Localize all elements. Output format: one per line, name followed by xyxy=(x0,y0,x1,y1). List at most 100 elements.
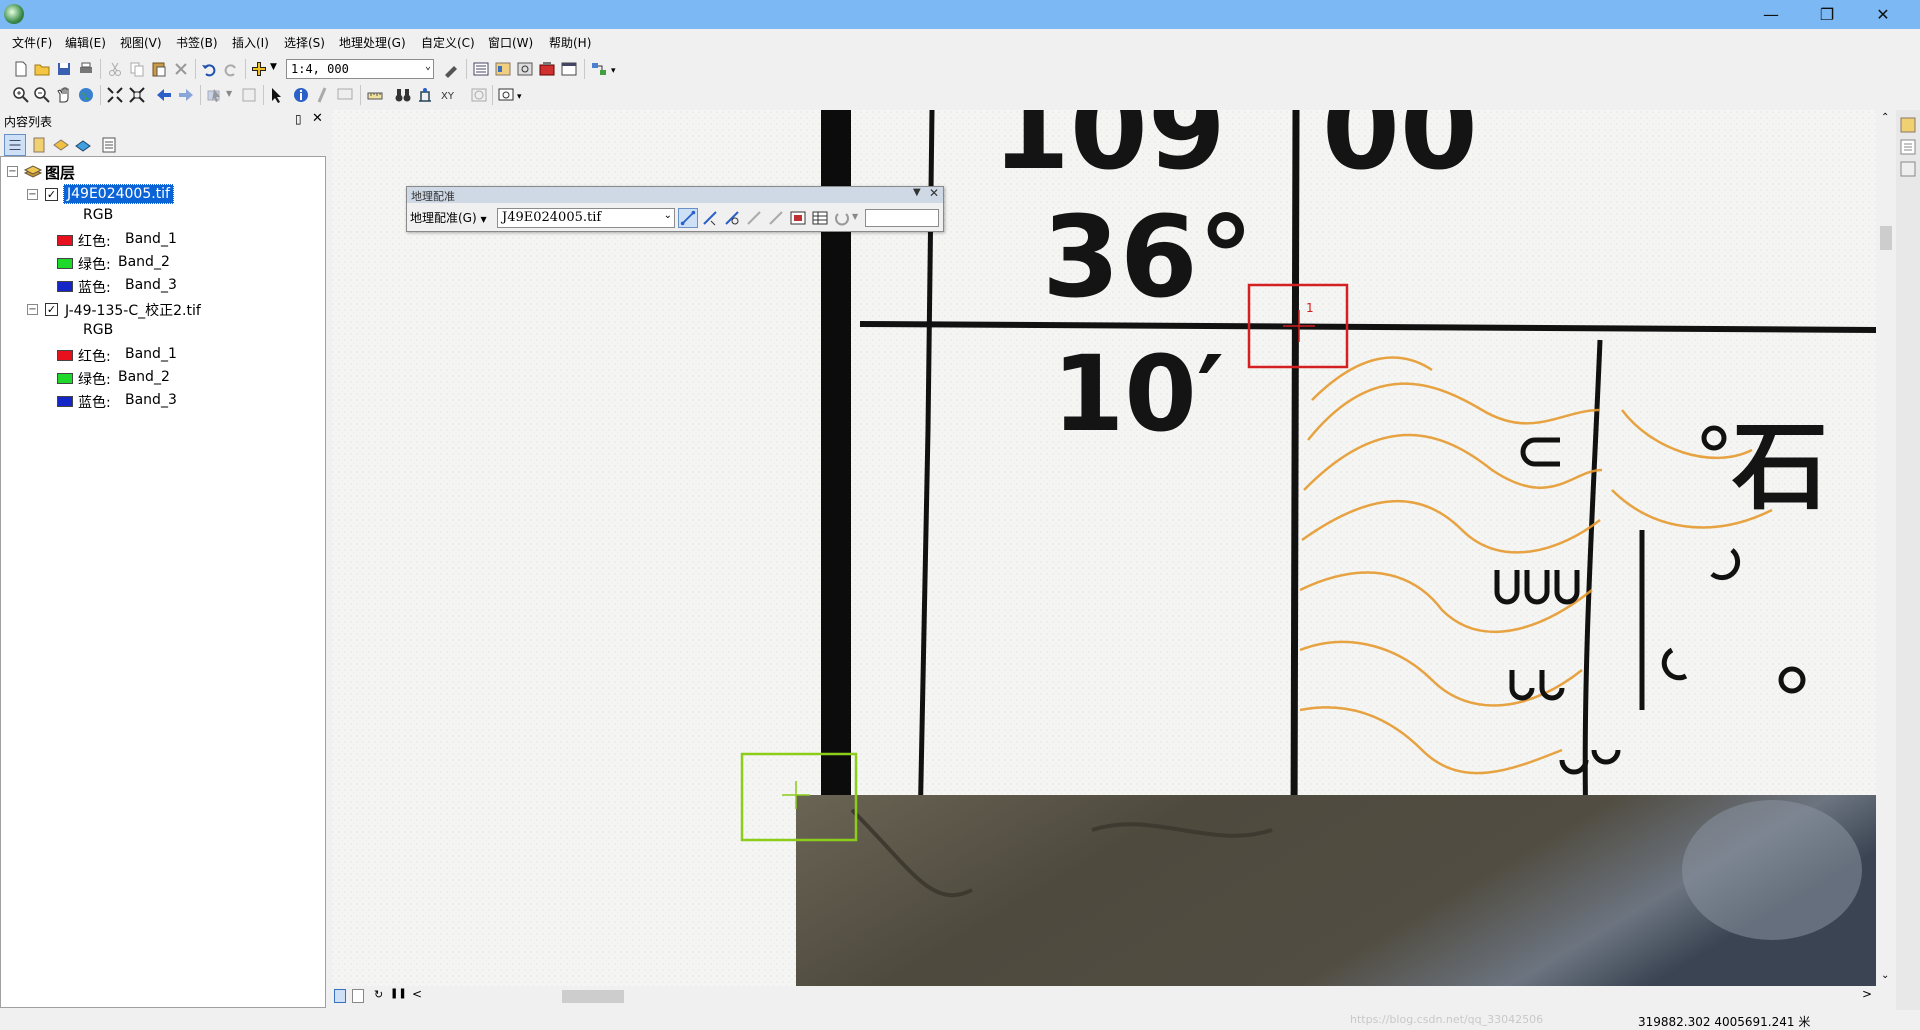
create-viewer-window-icon[interactable] xyxy=(497,86,515,104)
pin-icon[interactable]: ▯ xyxy=(295,112,302,126)
go-back-icon[interactable] xyxy=(155,86,173,104)
python-window-icon[interactable] xyxy=(560,60,578,78)
select-link-icon[interactable] xyxy=(701,209,719,227)
find-binoculars-icon[interactable] xyxy=(394,86,412,104)
menu-customize[interactable]: 自定义(C) xyxy=(421,34,475,51)
delete-icon[interactable] xyxy=(172,60,190,78)
add-data-dropdown-icon[interactable]: ▼ xyxy=(270,62,277,72)
fixed-zoom-out-icon[interactable] xyxy=(128,86,146,104)
rotate-dropdown-icon[interactable]: ▼ xyxy=(852,212,858,221)
clear-selection-icon[interactable] xyxy=(240,86,258,104)
georef-options-icon[interactable]: ▼ xyxy=(913,187,921,198)
menu-windows[interactable]: 窗口(W) xyxy=(488,34,533,51)
search-dock-icon[interactable] xyxy=(1899,138,1917,156)
georef-titlebar[interactable]: 地理配准 ▼ ✕ xyxy=(407,186,943,203)
toolbar-overflow-icon[interactable]: ▾ xyxy=(517,92,522,102)
rotation-input[interactable] xyxy=(865,209,939,227)
collapse-icon[interactable]: − xyxy=(27,304,38,315)
hyperlink-icon[interactable] xyxy=(314,86,332,104)
view-link-table-icon[interactable] xyxy=(811,209,829,227)
horizontal-scroll-thumb[interactable] xyxy=(562,990,624,1003)
add-control-points-icon[interactable] xyxy=(678,208,698,228)
red-band-swatch[interactable] xyxy=(57,350,73,361)
band-row[interactable]: 蓝色: Band_3 xyxy=(57,276,257,298)
minimize-button[interactable]: — xyxy=(1743,0,1799,29)
toc-options-icon[interactable] xyxy=(100,136,118,154)
band-row[interactable]: 绿色: Band_2 xyxy=(57,368,257,390)
go-to-xy-icon[interactable]: XY xyxy=(438,86,456,104)
scroll-up-icon[interactable]: ⌃ xyxy=(1881,112,1889,123)
time-slider-icon[interactable] xyxy=(470,86,488,104)
band-row[interactable]: 绿色: Band_2 xyxy=(57,253,257,275)
find-route-icon[interactable] xyxy=(416,86,434,104)
georef-menu-button[interactable]: 地理配准(G) ▼ xyxy=(410,209,487,226)
refresh-icon[interactable]: ↻ xyxy=(374,988,383,1001)
close-panel-icon[interactable]: ✕ xyxy=(312,111,323,126)
paste-icon[interactable] xyxy=(150,60,168,78)
open-folder-icon[interactable] xyxy=(33,60,51,78)
blue-band-swatch[interactable] xyxy=(57,281,73,292)
select-features-icon[interactable] xyxy=(206,86,224,104)
menu-bookmarks[interactable]: 书签(B) xyxy=(176,34,218,51)
editor-toolbar-icon[interactable] xyxy=(442,60,460,78)
add-data-icon[interactable] xyxy=(250,60,268,78)
map-scale-combo[interactable]: 1:4, 000 ⌄ xyxy=(286,59,434,79)
vertical-scroll-thumb[interactable] xyxy=(1880,226,1892,250)
menu-geoprocessing[interactable]: 地理处理(G) xyxy=(339,34,406,51)
measure-icon[interactable] xyxy=(366,86,384,104)
list-by-source-icon[interactable] xyxy=(30,136,48,154)
zoom-in-icon[interactable] xyxy=(12,86,30,104)
zoom-out-icon[interactable] xyxy=(33,86,51,104)
model-builder-icon[interactable] xyxy=(590,60,608,78)
fixed-zoom-in-icon[interactable] xyxy=(106,86,124,104)
print-icon[interactable] xyxy=(77,60,95,78)
table-of-contents-icon[interactable] xyxy=(472,60,490,78)
auto-adjust-icon[interactable] xyxy=(767,209,785,227)
copy-icon[interactable] xyxy=(128,60,146,78)
select-elements-arrow-icon[interactable] xyxy=(268,86,286,104)
scroll-right-icon[interactable]: > xyxy=(1862,987,1872,1001)
map-view[interactable]: 109 00 36° 10′ 石 1 xyxy=(332,110,1876,986)
go-forward-icon[interactable] xyxy=(177,86,195,104)
list-by-selection-icon[interactable] xyxy=(74,136,92,154)
menu-view[interactable]: 视图(V) xyxy=(120,34,162,51)
new-document-icon[interactable] xyxy=(12,60,30,78)
blue-band-swatch[interactable] xyxy=(57,396,73,407)
layer-visibility-checkbox[interactable]: ✓ xyxy=(45,303,58,316)
catalog-icon[interactable] xyxy=(494,60,512,78)
cut-icon[interactable] xyxy=(106,60,124,78)
full-extent-globe-icon[interactable] xyxy=(77,86,95,104)
menu-help[interactable]: 帮助(H) xyxy=(549,34,591,51)
zoom-to-selected-link-icon[interactable] xyxy=(723,209,741,227)
layer-row[interactable]: − ✓ J-49-135-C_校正2.tif xyxy=(1,299,325,321)
pause-drawing-icon[interactable]: ❚❚ xyxy=(390,988,407,999)
menu-insert[interactable]: 插入(I) xyxy=(232,34,269,51)
search-window-icon[interactable] xyxy=(516,60,534,78)
delete-link-icon[interactable] xyxy=(745,209,763,227)
collapse-icon[interactable]: − xyxy=(27,189,38,200)
list-by-drawing-order-icon[interactable] xyxy=(4,134,26,156)
menu-selection[interactable]: 选择(S) xyxy=(284,34,325,51)
layer-name[interactable]: J-49-135-C_校正2.tif xyxy=(65,300,201,320)
menu-file[interactable]: 文件(F) xyxy=(12,34,52,51)
rotate-icon[interactable] xyxy=(833,209,851,227)
georef-layer-combo[interactable]: J49E024005.tif ⌄ xyxy=(497,208,675,228)
pan-hand-icon[interactable] xyxy=(55,86,73,104)
scroll-left-icon[interactable]: < xyxy=(412,987,422,1001)
layers-root-row[interactable]: − 图层 xyxy=(1,161,325,183)
collapse-icon[interactable]: − xyxy=(7,166,18,177)
green-band-swatch[interactable] xyxy=(57,258,73,269)
data-view-icon[interactable] xyxy=(334,989,346,1003)
red-band-swatch[interactable] xyxy=(57,235,73,246)
catalog-dock-icon[interactable] xyxy=(1899,116,1917,134)
select-dropdown-icon[interactable]: ▼ xyxy=(226,89,232,98)
identify-icon[interactable] xyxy=(292,86,310,104)
layout-view-icon[interactable] xyxy=(352,989,364,1003)
scroll-down-icon[interactable]: ⌄ xyxy=(1881,970,1889,981)
save-icon[interactable] xyxy=(55,60,73,78)
restore-button[interactable]: ❐ xyxy=(1799,0,1855,29)
undo-icon[interactable] xyxy=(200,60,218,78)
toolbar-overflow-icon[interactable]: ▾ xyxy=(611,66,616,76)
html-popup-icon[interactable] xyxy=(336,86,354,104)
vertical-scrollbar[interactable]: ⌃ ⌄ xyxy=(1876,110,1896,986)
